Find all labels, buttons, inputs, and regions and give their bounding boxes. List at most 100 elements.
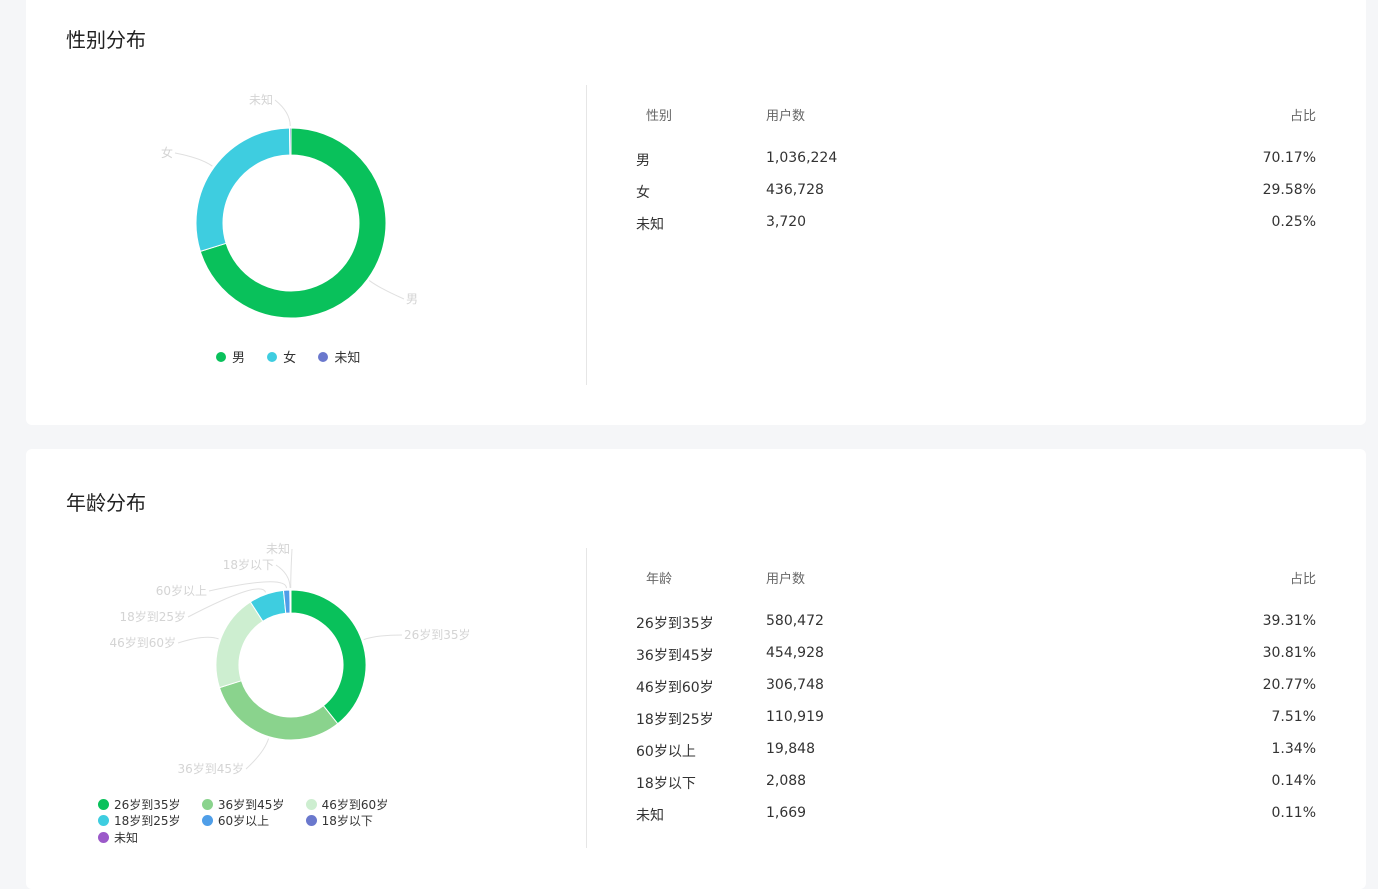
legend-label-age-unknown: 未知: [114, 830, 139, 845]
donut-slice-0[interactable]: [290, 589, 367, 725]
row-share: 0.25%: [1271, 214, 1316, 230]
row-users: 2,088: [766, 773, 807, 789]
table-row: 女 436,728 29.58%: [636, 182, 1316, 214]
donut-slice-2[interactable]: [288, 127, 292, 156]
legend-item-female[interactable]: 女: [267, 347, 296, 366]
row-users: 110,919: [766, 709, 824, 725]
row-users: 3,720: [766, 214, 807, 230]
donut-slice-2[interactable]: [215, 601, 264, 689]
slice-label-0: 26岁到35岁: [404, 627, 471, 642]
legend-label-unknown: 未知: [334, 351, 361, 366]
age-legend: 26岁到35岁 36岁到45岁 46岁到60岁 18岁到25岁 60岁以上 18…: [98, 796, 508, 846]
slice-label-2: 46岁到60岁: [109, 635, 176, 650]
legend-label-age-under-18: 18岁以下: [321, 814, 373, 828]
row-label: 26岁到35岁: [636, 616, 714, 632]
leader-line-0: [368, 280, 405, 300]
row-users: 580,472: [766, 613, 824, 629]
vertical-divider: [586, 548, 587, 848]
legend-dot-male: [216, 351, 226, 362]
legend-dot-age-under-18: [305, 815, 317, 826]
header-age: 年龄: [646, 572, 673, 587]
legend-item-age-under-18[interactable]: 18岁以下: [305, 813, 406, 829]
legend-label-male: 男: [232, 351, 246, 366]
donut-slice-1[interactable]: [218, 680, 339, 741]
row-share: 30.81%: [1262, 645, 1316, 661]
row-label: 女: [636, 185, 650, 201]
table-row: 26岁到35岁 580,472 39.31%: [636, 613, 1316, 645]
leader-line-0: [363, 634, 403, 641]
legend-label-age-26-35: 26岁到35岁: [114, 797, 181, 812]
legend-item-age-60-plus[interactable]: 60岁以上: [201, 813, 302, 829]
age-donut-chart: 26岁到35岁 36岁到45岁 46岁到60岁 18岁到25岁 60岁以上 18岁以下未知: [109, 542, 471, 776]
row-share: 1.34%: [1271, 741, 1316, 757]
table-row: 男 1,036,224 70.17%: [636, 150, 1316, 182]
legend-dot-age-18-25: [98, 815, 109, 826]
legend-dot-age-unknown: [98, 831, 109, 843]
legend-dot-unknown: [318, 351, 329, 362]
row-users: 436,728: [766, 182, 824, 198]
legend-dot-age-26-35: [98, 798, 109, 810]
table-header-row: 年龄 用户数 占比: [636, 568, 1316, 613]
age-distribution-card: 年龄分布 26岁到35岁 36岁到45岁 46岁到60岁 18岁到25岁 60岁以上 18…: [26, 449, 1366, 889]
leader-line-2: [177, 636, 219, 644]
legend-item-age-unknown[interactable]: 未知: [98, 829, 198, 845]
leader-line-5: [275, 564, 291, 589]
legend-item-age-26-35[interactable]: 26岁到35岁: [98, 796, 198, 812]
vertical-divider: [586, 85, 587, 385]
row-label: 36岁到45岁: [636, 648, 714, 664]
row-share: 70.17%: [1262, 150, 1316, 166]
table-header-row: 性别 用户数 占比: [636, 105, 1316, 150]
row-label: 未知: [636, 808, 664, 824]
row-label: 18岁到25岁: [636, 712, 714, 728]
donut-slice-1[interactable]: [195, 127, 291, 252]
header-gender: 性别: [646, 109, 673, 124]
table-row: 未知 1,669 0.11%: [636, 805, 1316, 837]
row-label: 18岁以下: [636, 776, 696, 792]
row-share: 0.11%: [1271, 805, 1316, 821]
slice-label-3: 18岁到25岁: [119, 609, 186, 624]
slice-label-5: 18岁以下: [223, 557, 274, 572]
gender-table: 性别 用户数 占比 男 1,036,224 70.17% 女 436,728 2…: [636, 105, 1316, 246]
legend-item-male[interactable]: 男: [216, 347, 245, 366]
legend-dot-female: [267, 351, 278, 362]
row-label: 46岁到60岁: [636, 680, 714, 696]
legend-dot-age-46-60: [305, 798, 317, 810]
leader-line-1: [174, 152, 213, 167]
legend-item-age-18-25[interactable]: 18岁到25岁: [98, 813, 198, 829]
header-share: 占比: [1289, 572, 1316, 587]
slice-label-1: 女: [161, 145, 173, 160]
slice-label-4: 60岁以上: [156, 583, 207, 598]
legend-item-age-36-45[interactable]: 36岁到45岁: [201, 796, 302, 812]
row-users: 19,848: [766, 741, 815, 757]
table-row: 46岁到60岁 306,748 20.77%: [636, 677, 1316, 709]
row-users: 1,036,224: [766, 150, 838, 166]
donut-slice-6[interactable]: [289, 589, 292, 614]
legend-label-female: 女: [283, 351, 297, 366]
row-share: 0.14%: [1271, 773, 1316, 789]
legend-label-age-46-60: 46岁到60岁: [321, 797, 389, 812]
row-share: 20.77%: [1262, 677, 1316, 693]
slice-label-0: 男: [406, 292, 418, 306]
row-share: 29.58%: [1262, 182, 1316, 198]
row-label: 60岁以上: [636, 744, 696, 760]
legend-label-age-60-plus: 60岁以上: [217, 814, 270, 828]
gender-legend: 男 女 未知: [216, 347, 378, 366]
row-users: 306,748: [766, 677, 824, 693]
table-row: 60岁以上 19,848 1.34%: [636, 741, 1316, 773]
legend-item-age-46-60[interactable]: 46岁到60岁: [305, 796, 406, 812]
gender-distribution-card: 性别分布 男女未知 男 女 未知 性别 用户数 占比 男 1,036,224 7…: [26, 0, 1366, 425]
slice-label-2: 未知: [249, 93, 273, 107]
table-row: 18岁到25岁 110,919 7.51%: [636, 709, 1316, 741]
legend-dot-age-60-plus: [201, 815, 213, 826]
legend-item-unknown[interactable]: 未知: [318, 347, 360, 366]
header-users: 用户数: [766, 572, 806, 587]
row-label: 男: [636, 153, 650, 169]
legend-dot-age-36-45: [201, 798, 213, 810]
header-share: 占比: [1289, 109, 1316, 124]
legend-label-age-36-45: 36岁到45岁: [217, 797, 285, 812]
table-row: 18岁以下 2,088 0.14%: [636, 773, 1316, 805]
table-row: 未知 3,720 0.25%: [636, 214, 1316, 246]
leader-line-1: [245, 738, 270, 770]
slice-label-1: 36岁到45岁: [177, 761, 244, 776]
legend-label-age-18-25: 18岁到25岁: [114, 814, 181, 828]
